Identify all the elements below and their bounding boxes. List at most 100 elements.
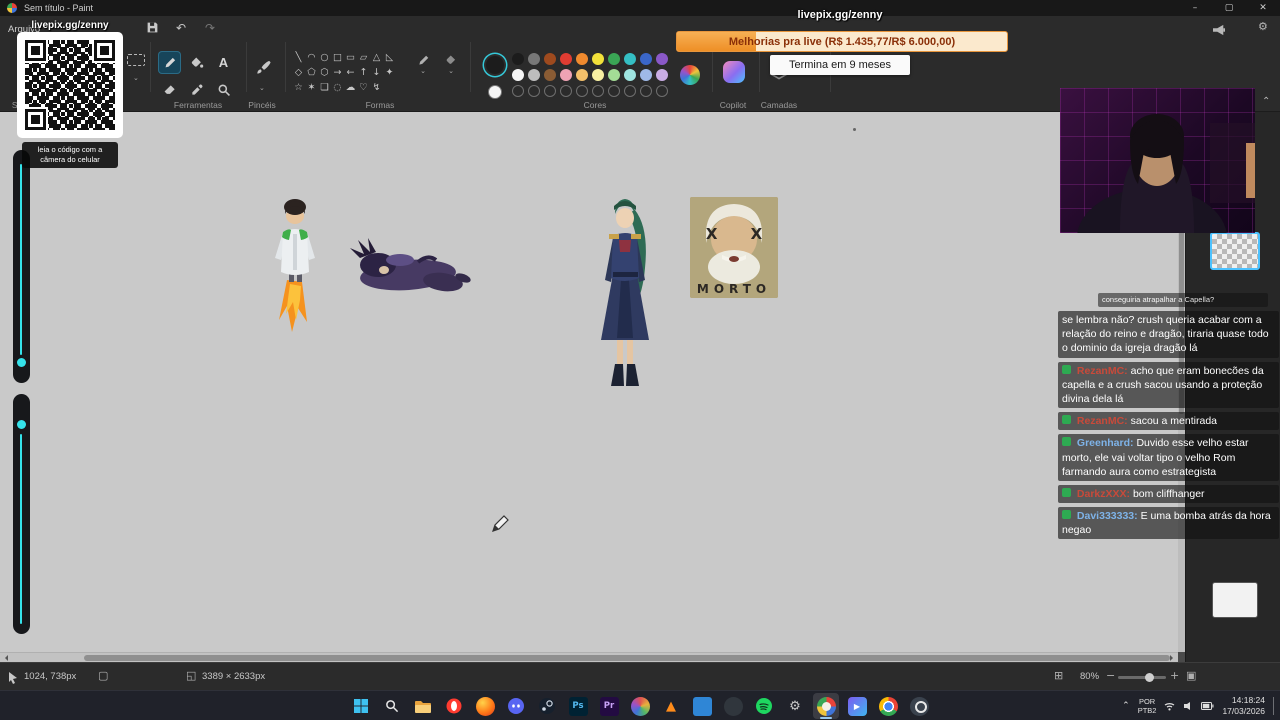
zoom-in-button[interactable]: + [1170, 669, 1179, 682]
pencil-tool[interactable] [158, 51, 181, 74]
redo-icon[interactable]: ↷ [205, 21, 215, 35]
foreground-color-well[interactable] [486, 56, 504, 74]
layer-thumbnail-selected[interactable] [1210, 232, 1260, 270]
taskbar-app-premiere[interactable]: Pr [596, 693, 622, 719]
taskbar-app-settings[interactable]: ⚙ [782, 693, 808, 719]
feedback-icon[interactable] [1212, 23, 1226, 41]
shape-right-triangle-icon[interactable]: ◺ [383, 50, 396, 65]
shape-outline-button[interactable]: ⌄ [412, 54, 434, 82]
taskbar-app-chrome[interactable] [875, 693, 901, 719]
taskbar-app-obs[interactable] [906, 693, 932, 719]
undo-icon[interactable]: ↶ [176, 21, 186, 35]
palette-color[interactable] [656, 69, 668, 81]
zoom-slider-thumb[interactable] [1145, 673, 1154, 682]
shape-fill-button[interactable]: ⌄ [440, 54, 462, 82]
brushes-caret-icon[interactable]: ⌄ [259, 84, 265, 92]
palette-empty-slot[interactable] [544, 85, 556, 97]
eraser-tool[interactable] [158, 78, 181, 101]
taskbar-app-vlc[interactable]: ▲ [658, 693, 684, 719]
palette-empty-slot[interactable] [640, 85, 652, 97]
taskbar-app-firefox[interactable] [472, 693, 498, 719]
palette-empty-slot[interactable] [624, 85, 636, 97]
shape-rectangle-icon[interactable]: □ [331, 50, 344, 65]
palette-color[interactable] [576, 53, 588, 65]
shape-rect-callout-icon[interactable]: ❏ [318, 80, 331, 95]
copilot-icon[interactable] [723, 61, 745, 83]
palette-color[interactable] [512, 53, 524, 65]
shape-up-arrow-icon[interactable]: ↑ [357, 65, 370, 80]
palette-empty-slot[interactable] [512, 85, 524, 97]
layer-thumbnail-background[interactable] [1212, 582, 1258, 618]
fill-tool[interactable] [185, 51, 208, 74]
shape-polygon-icon[interactable]: ▱ [357, 50, 370, 65]
palette-empty-slot[interactable] [528, 85, 540, 97]
taskbar-app-steam[interactable] [534, 693, 560, 719]
palette-color[interactable] [640, 69, 652, 81]
taskbar-app-paint-active[interactable] [813, 693, 839, 719]
shape-four-point-star-icon[interactable]: ✦ [383, 65, 396, 80]
stream-slider-top[interactable] [13, 150, 30, 383]
select-caret-icon[interactable]: ⌄ [133, 74, 139, 82]
taskbar-app-spotify[interactable] [751, 693, 777, 719]
shape-down-arrow-icon[interactable]: ↓ [370, 65, 383, 80]
shape-right-arrow-icon[interactable]: → [331, 65, 344, 80]
close-button[interactable]: ✕ [1246, 0, 1280, 16]
drawing-canvas[interactable]: X X MORTO [0, 112, 1178, 652]
shape-cloud-callout-icon[interactable]: ☁ [344, 80, 357, 95]
palette-color[interactable] [640, 53, 652, 65]
minimize-button[interactable]: – [1178, 0, 1212, 16]
stream-slider-bottom[interactable] [13, 394, 30, 634]
edit-colors-button[interactable] [680, 65, 700, 85]
taskbar-app-start[interactable] [348, 693, 374, 719]
zoom-slider[interactable] [1118, 673, 1166, 682]
language-indicator[interactable]: POR PTB2 [1138, 697, 1157, 716]
fit-to-screen-button[interactable]: ▣ [1186, 669, 1196, 682]
palette-color[interactable] [528, 69, 540, 81]
palette-color[interactable] [544, 53, 556, 65]
save-icon[interactable] [146, 21, 159, 37]
maximize-button[interactable]: ▢ [1212, 0, 1246, 16]
magnifier-tool[interactable] [212, 78, 235, 101]
taskbar-app-discord[interactable] [503, 693, 529, 719]
zoom-level-value[interactable]: 80% [1080, 671, 1099, 682]
horizontal-scrollbar[interactable] [0, 652, 1178, 662]
taskbar-app-file-explorer[interactable] [410, 693, 436, 719]
taskbar-app-color-app[interactable] [627, 693, 653, 719]
scroll-right-icon[interactable] [1170, 655, 1176, 661]
shape-oval-icon[interactable]: ○ [318, 50, 331, 65]
shape-hexagon-icon[interactable]: ⬡ [318, 65, 331, 80]
palette-color[interactable] [560, 53, 572, 65]
palette-color[interactable] [624, 69, 636, 81]
palette-empty-slot[interactable] [560, 85, 572, 97]
battery-icon[interactable] [1201, 702, 1214, 710]
palette-color[interactable] [656, 53, 668, 65]
wifi-icon[interactable] [1164, 701, 1175, 711]
shape-rounded-rectangle-icon[interactable]: ▭ [344, 50, 357, 65]
shape-lightning-icon[interactable]: ↯ [370, 80, 383, 95]
taskbar-app-media[interactable]: ▶ [844, 693, 870, 719]
taskbar-app-search[interactable] [379, 693, 405, 719]
palette-color[interactable] [512, 69, 524, 81]
palette-color[interactable] [576, 69, 588, 81]
show-desktop-button[interactable] [1273, 697, 1276, 715]
shape-five-point-star-icon[interactable]: ☆ [292, 80, 305, 95]
volume-icon[interactable] [1183, 701, 1193, 711]
tray-chevron-icon[interactable]: ⌃ [1122, 701, 1130, 711]
taskbar-app-github[interactable] [720, 693, 746, 719]
color-picker-tool[interactable] [185, 78, 208, 101]
shape-left-arrow-icon[interactable]: ← [344, 65, 357, 80]
palette-empty-slot[interactable] [656, 85, 668, 97]
shape-six-point-star-icon[interactable]: ✶ [305, 80, 318, 95]
shape-heart-icon[interactable]: ♡ [357, 80, 370, 95]
scroll-left-icon[interactable] [2, 655, 8, 661]
shape-triangle-icon[interactable]: △ [370, 50, 383, 65]
brushes-button[interactable] [250, 54, 276, 80]
palette-color[interactable] [608, 53, 620, 65]
taskbar-app-photoshop[interactable]: Ps [565, 693, 591, 719]
palette-color[interactable] [624, 53, 636, 65]
palette-color[interactable] [592, 53, 604, 65]
collapse-panel-icon[interactable]: ⌃ [1262, 96, 1270, 107]
shape-curve-icon[interactable]: ◠ [305, 50, 318, 65]
shape-pentagon-icon[interactable]: ⬠ [305, 65, 318, 80]
settings-gear-icon[interactable]: ⚙ [1258, 20, 1268, 33]
